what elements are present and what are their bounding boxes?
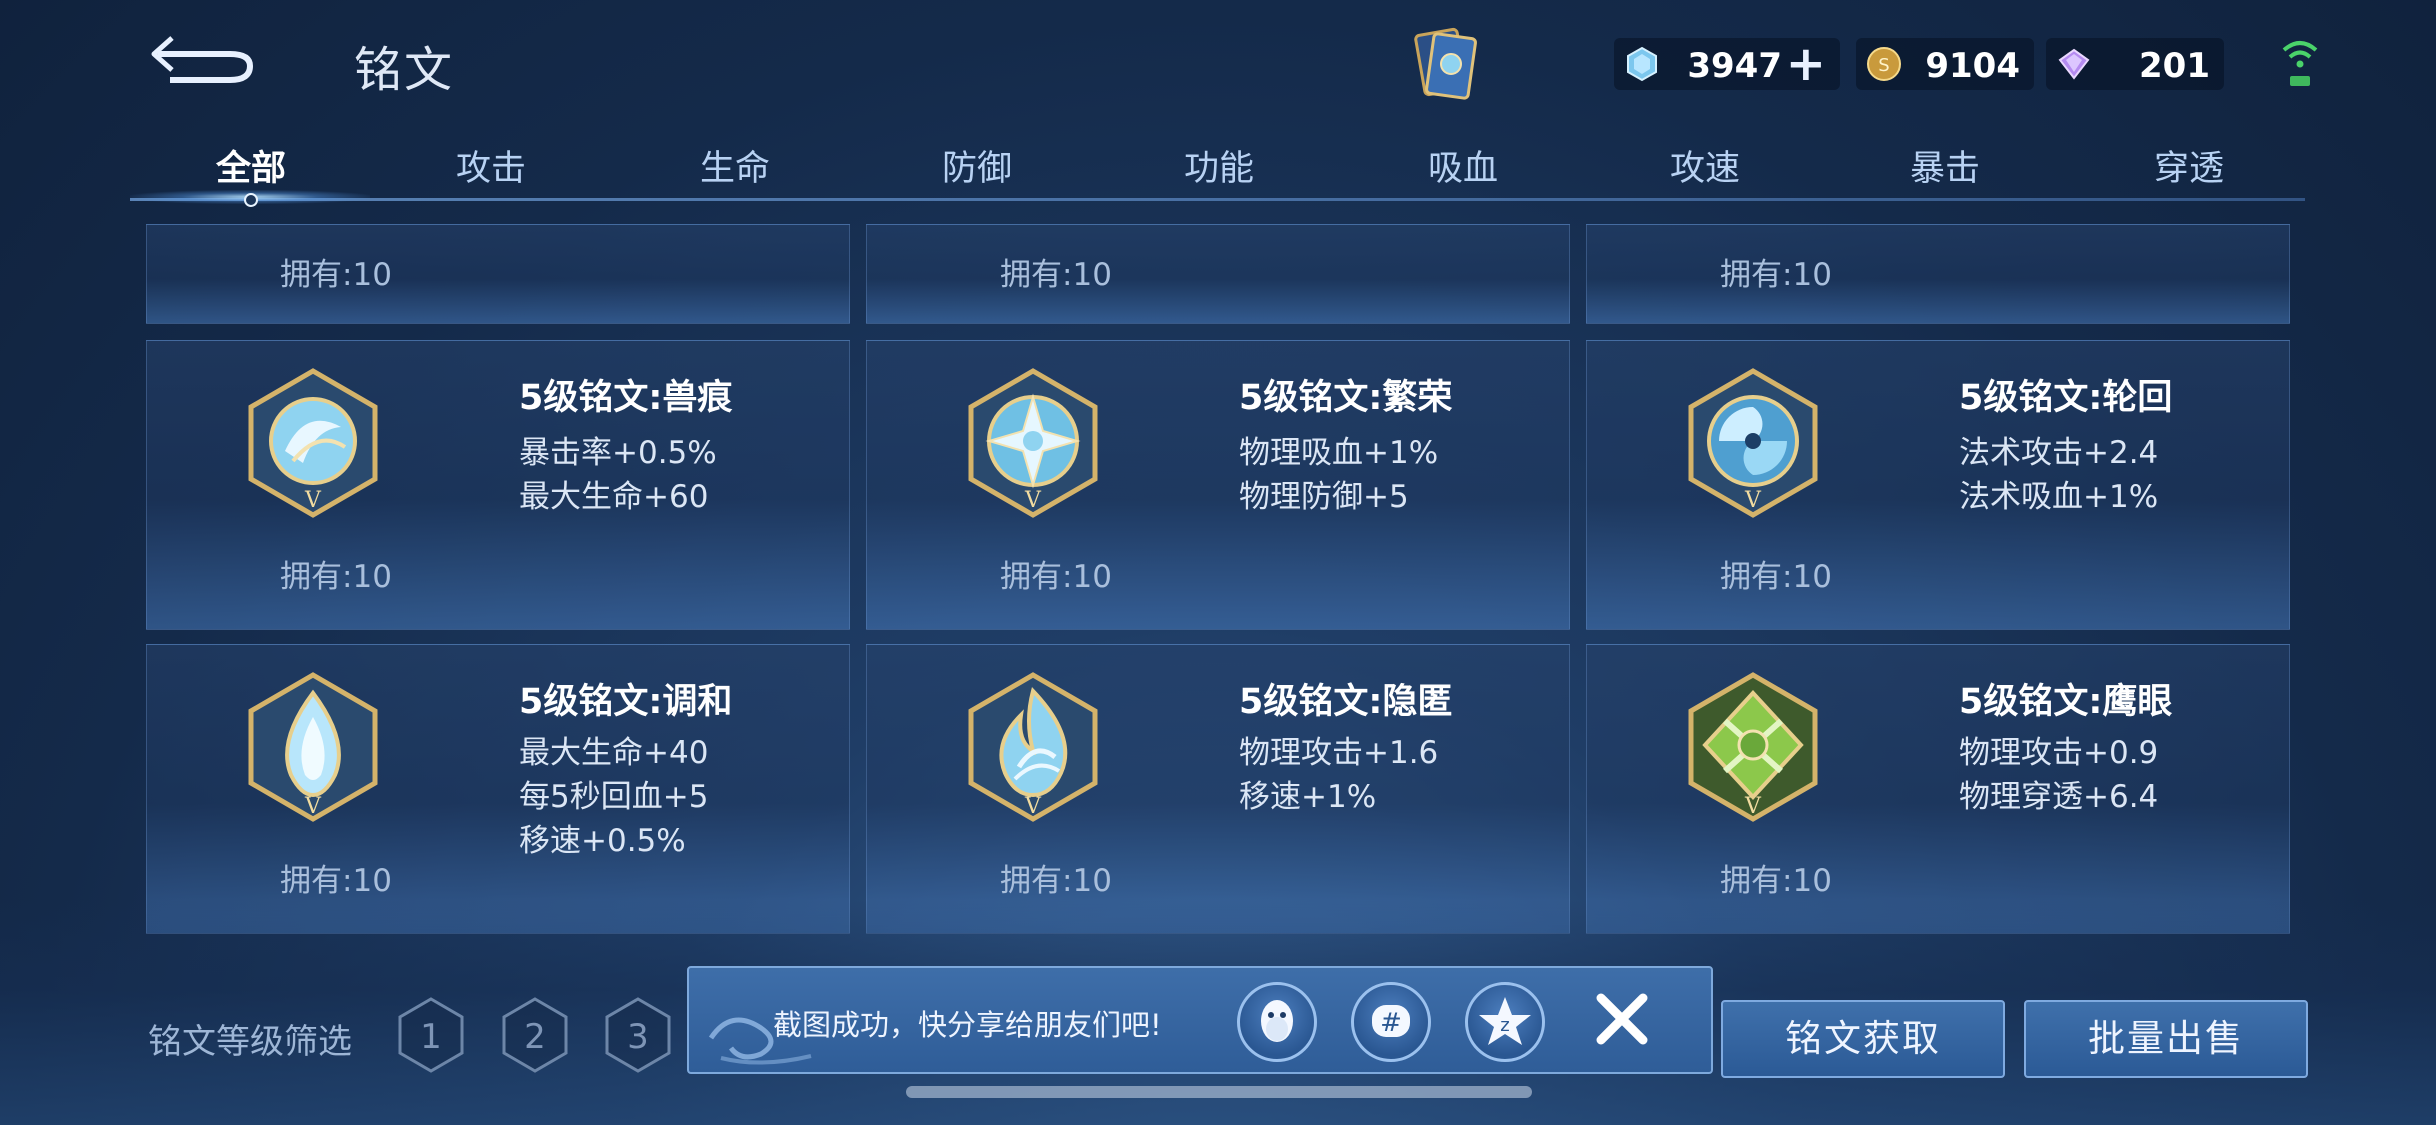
- owned-count: 拥有:10: [1000, 257, 1112, 293]
- owned-count: 拥有:10: [1720, 257, 1832, 293]
- rune-yinni-icon: V: [968, 672, 1098, 822]
- svg-text:V: V: [304, 488, 322, 513]
- wifi-signal-icon: [2282, 41, 2318, 86]
- gold-value: 9104: [1925, 46, 2020, 86]
- owned-count: 拥有:10: [280, 863, 392, 899]
- page-title: 铭文: [354, 42, 455, 98]
- rune-stat: 物理攻击+1.6: [1239, 735, 1439, 771]
- rune-stat: 物理穿透+6.4: [1959, 779, 2159, 815]
- owned-count: 拥有:10: [1000, 863, 1112, 899]
- svg-text:V: V: [1024, 794, 1042, 819]
- svg-text:S: S: [1878, 55, 1889, 76]
- svg-text:V: V: [1744, 794, 1762, 819]
- tab-critical[interactable]: 暴击: [1910, 140, 1980, 191]
- add-diamond-button[interactable]: +: [1786, 40, 1826, 88]
- rune-name: 5级铭文:鹰眼: [1959, 682, 2173, 722]
- rune-yingyan-icon: V: [1688, 672, 1818, 822]
- share-qzone-button[interactable]: z: [1465, 982, 1545, 1062]
- bulk-sell-button[interactable]: 批量出售: [2024, 1000, 2308, 1078]
- hash-icon: #: [1372, 1005, 1410, 1038]
- share-qq-button[interactable]: [1237, 982, 1317, 1062]
- rune-name: 5级铭文:隐匿: [1239, 682, 1453, 722]
- svg-text:2: 2: [524, 1017, 546, 1057]
- back-arrow-icon: [151, 36, 254, 83]
- tab-defense[interactable]: 防御: [942, 140, 1012, 191]
- svg-text:V: V: [1744, 488, 1762, 513]
- level-filter-1[interactable]: 1: [396, 996, 466, 1074]
- rune-stat: 法术吸血+1%: [1959, 479, 2159, 515]
- crystal-currency: 201: [2046, 38, 2224, 90]
- svg-text:3: 3: [627, 1017, 649, 1057]
- owned-count: 拥有:10: [280, 257, 392, 293]
- rune-stat: 法术攻击+2.4: [1959, 435, 2159, 471]
- diamond-gem-icon: [1627, 46, 1657, 82]
- home-indicator[interactable]: [906, 1086, 1532, 1098]
- rune-stat: 移速+1%: [1239, 779, 1377, 815]
- rune-stat: 暴击率+0.5%: [519, 435, 717, 471]
- rune-stat: 物理吸血+1%: [1239, 435, 1439, 471]
- rune-stat: 物理防御+5: [1239, 479, 1409, 515]
- share-toast: 截图成功，快分享给朋友们吧! # z: [687, 966, 1713, 1074]
- tab-underline: [130, 198, 2305, 201]
- rune-name: 5级铭文:轮回: [1959, 378, 2173, 418]
- share-message: 截图成功，快分享给朋友们吧!: [773, 1008, 1162, 1042]
- rune-tiaohe-icon: V: [248, 672, 378, 822]
- purple-crystal-icon: [2058, 48, 2090, 80]
- rune-stat: 每5秒回血+5: [519, 779, 709, 815]
- rune-card-lunhui[interactable]: V 5级铭文:轮回 法术攻击+2.4 法术吸血+1% 拥有:10: [1586, 340, 2290, 630]
- rune-stat: 最大生命+40: [519, 735, 709, 771]
- rune-card-yinni[interactable]: V 5级铭文:隐匿 物理攻击+1.6 移速+1% 拥有:10: [866, 644, 1570, 934]
- qq-penguin-icon: [1261, 1000, 1293, 1042]
- svg-text:V: V: [1024, 488, 1042, 513]
- close-icon: [1596, 993, 1648, 1045]
- svg-text:#: #: [1380, 1008, 1402, 1038]
- tab-attack-speed[interactable]: 攻速: [1670, 140, 1740, 191]
- tab-lifesteal[interactable]: 吸血: [1428, 140, 1498, 191]
- diamond-currency: 3947 +: [1614, 38, 1840, 90]
- obtain-runes-button[interactable]: 铭文获取: [1721, 1000, 2005, 1078]
- rune-card-shouhen[interactable]: V 5级铭文:兽痕 暴击率+0.5% 最大生命+60 拥有:10: [146, 340, 850, 630]
- rune-stat: 最大生命+60: [519, 479, 709, 515]
- gold-currency: S 9104: [1856, 38, 2034, 90]
- close-button[interactable]: [1585, 982, 1659, 1056]
- rune-card-icon[interactable]: [1406, 22, 1486, 108]
- svg-text:z: z: [1500, 1015, 1509, 1036]
- gold-coin-icon: S: [1867, 47, 1901, 81]
- rune-lunhui-icon: V: [1688, 368, 1818, 518]
- rune-card-partial[interactable]: 拥有:10: [1586, 224, 2290, 324]
- rune-card-fanrong[interactable]: V 5级铭文:繁荣 物理吸血+1% 物理防御+5 拥有:10: [866, 340, 1570, 630]
- rune-card-tiaohe[interactable]: V 5级铭文:调和 最大生命+40 每5秒回血+5 移速+0.5% 拥有:10: [146, 644, 850, 934]
- back-button[interactable]: [150, 28, 260, 88]
- level-filter-2[interactable]: 2: [500, 996, 570, 1074]
- rune-name: 5级铭文:调和: [519, 682, 733, 722]
- diamond-value: 3947: [1687, 46, 1782, 86]
- owned-count: 拥有:10: [280, 559, 392, 595]
- tab-health[interactable]: 生命: [700, 140, 770, 191]
- rune-shouhen-icon: V: [248, 368, 378, 518]
- tab-all[interactable]: 全部: [216, 140, 286, 191]
- rune-fanrong-icon: V: [968, 368, 1098, 518]
- rune-card-partial[interactable]: 拥有:10: [866, 224, 1570, 324]
- rune-stat: 物理攻击+0.9: [1959, 735, 2159, 771]
- share-wechat-button[interactable]: #: [1351, 982, 1431, 1062]
- svg-text:V: V: [304, 794, 322, 819]
- rune-name: 5级铭文:繁荣: [1239, 378, 1453, 418]
- svg-text:1: 1: [420, 1017, 442, 1057]
- owned-count: 拥有:10: [1720, 559, 1832, 595]
- level-filter-3[interactable]: 3: [603, 996, 673, 1074]
- tab-utility[interactable]: 功能: [1184, 140, 1254, 191]
- rune-card-partial[interactable]: 拥有:10: [146, 224, 850, 324]
- active-tab-dot: [244, 193, 258, 207]
- rune-stat: 移速+0.5%: [519, 823, 686, 859]
- owned-count: 拥有:10: [1000, 559, 1112, 595]
- level-filter-label: 铭文等级筛选: [148, 1022, 352, 1062]
- tab-attack[interactable]: 攻击: [456, 140, 526, 191]
- owned-count: 拥有:10: [1720, 863, 1832, 899]
- top-bar: 铭文 3947 + S 9104 201: [0, 0, 2436, 130]
- rune-name: 5级铭文:兽痕: [519, 378, 733, 418]
- star-icon: z: [1479, 997, 1531, 1045]
- crystal-value: 201: [2139, 46, 2210, 86]
- rune-card-yingyan[interactable]: V 5级铭文:鹰眼 物理攻击+0.9 物理穿透+6.4 拥有:10: [1586, 644, 2290, 934]
- tab-penetration[interactable]: 穿透: [2154, 140, 2224, 191]
